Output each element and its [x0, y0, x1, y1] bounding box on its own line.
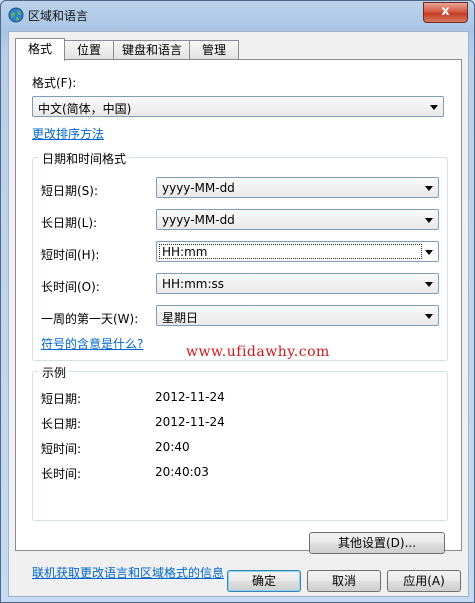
format-select[interactable]: 中文(简体，中国) — [32, 96, 444, 117]
format-tab-panel: 格式(F): 中文(简体，中国) 更改排序方法 日期和时间格式 短日期(S): … — [15, 59, 462, 580]
short-date-label: 短日期(S): — [41, 184, 99, 198]
long-time-select[interactable]: HH:mm:ss — [156, 273, 439, 294]
example-short-date-value: 2012-11-24 — [155, 390, 225, 404]
first-day-value: 星期日 — [162, 311, 199, 325]
example-short-date-label: 短日期: — [41, 392, 82, 406]
close-icon: x — [441, 4, 450, 19]
long-date-label: 长日期(L): — [41, 216, 98, 230]
chevron-down-icon — [425, 250, 433, 255]
example-short-time-value: 20:40 — [155, 440, 190, 454]
globe-icon — [8, 7, 24, 23]
cancel-button[interactable]: 取消 — [307, 570, 381, 592]
short-time-label: 短时间(H): — [41, 248, 100, 262]
apply-button-label: 应用(A) — [403, 574, 445, 588]
tab-keyboard-language[interactable]: 键盘和语言 — [113, 40, 191, 59]
short-time-select[interactable]: HH:mm — [156, 241, 439, 262]
other-settings-button[interactable]: 其他设置(D)... — [309, 532, 445, 554]
datetime-group-title: 日期和时间格式 — [39, 150, 130, 167]
tab-administrative[interactable]: 管理 — [189, 40, 239, 59]
format-select-value: 中文(简体，中国) — [38, 102, 132, 116]
example-long-date-value: 2012-11-24 — [155, 415, 225, 429]
tab-format[interactable]: 格式 — [15, 38, 65, 61]
long-date-value: yyyy-MM-dd — [162, 213, 235, 227]
other-settings-label: 其他设置(D)... — [337, 536, 417, 550]
ok-button[interactable]: 确定 — [227, 570, 301, 592]
format-label: 格式(F): — [32, 76, 77, 90]
tab-location[interactable]: 位置 — [63, 40, 115, 59]
examples-group-title: 示例 — [39, 364, 70, 381]
tab-label: 格式 — [27, 42, 52, 56]
region-language-window: 区域和语言 x 格式 位置 键盘和语言 管理 格式(F): 中文(简体，中国) … — [0, 0, 475, 603]
tab-label: 位置 — [76, 43, 101, 57]
chevron-down-icon — [430, 105, 438, 110]
apply-button[interactable]: 应用(A) — [387, 570, 461, 592]
chevron-down-icon — [425, 314, 433, 319]
long-time-value: HH:mm:ss — [162, 277, 225, 291]
chevron-down-icon — [425, 218, 433, 223]
examples-group: 示例 短日期: 2012-11-24 长日期: 2012-11-24 短时间: … — [32, 364, 448, 521]
first-day-label: 一周的第一天(W): — [41, 312, 139, 326]
example-short-time-label: 短时间: — [41, 442, 82, 456]
long-date-select[interactable]: yyyy-MM-dd — [156, 209, 439, 230]
close-button[interactable]: x — [423, 2, 468, 23]
watermark-text: www.ufidawhy.com — [186, 344, 330, 360]
short-time-value: HH:mm — [162, 245, 208, 259]
example-long-time-value: 20:40:03 — [155, 465, 209, 479]
online-info-link[interactable]: 联机获取更改语言和区域格式的信息 — [32, 564, 224, 581]
first-day-select[interactable]: 星期日 — [156, 305, 439, 326]
long-time-label: 长时间(O): — [41, 280, 100, 294]
example-long-time-label: 长时间: — [41, 467, 82, 481]
window-title: 区域和语言 — [28, 9, 89, 23]
tab-label: 键盘和语言 — [121, 43, 182, 57]
ok-button-label: 确定 — [251, 574, 276, 588]
dialog-body: 格式 位置 键盘和语言 管理 格式(F): 中文(简体，中国) 更改排序方法 日… — [8, 31, 469, 597]
example-long-date-label: 长日期: — [41, 417, 82, 431]
symbols-help-link[interactable]: 符号的含意是什么? — [41, 335, 143, 352]
datetime-format-group: 日期和时间格式 短日期(S): yyyy-MM-dd 长日期(L): yyyy-… — [32, 150, 448, 361]
tab-label: 管理 — [201, 43, 226, 57]
short-date-select[interactable]: yyyy-MM-dd — [156, 177, 439, 198]
short-date-value: yyyy-MM-dd — [162, 181, 235, 195]
title-bar[interactable]: 区域和语言 x — [1, 1, 474, 29]
chevron-down-icon — [425, 186, 433, 191]
change-sort-link[interactable]: 更改排序方法 — [32, 125, 104, 142]
cancel-button-label: 取消 — [331, 574, 356, 588]
chevron-down-icon — [425, 282, 433, 287]
